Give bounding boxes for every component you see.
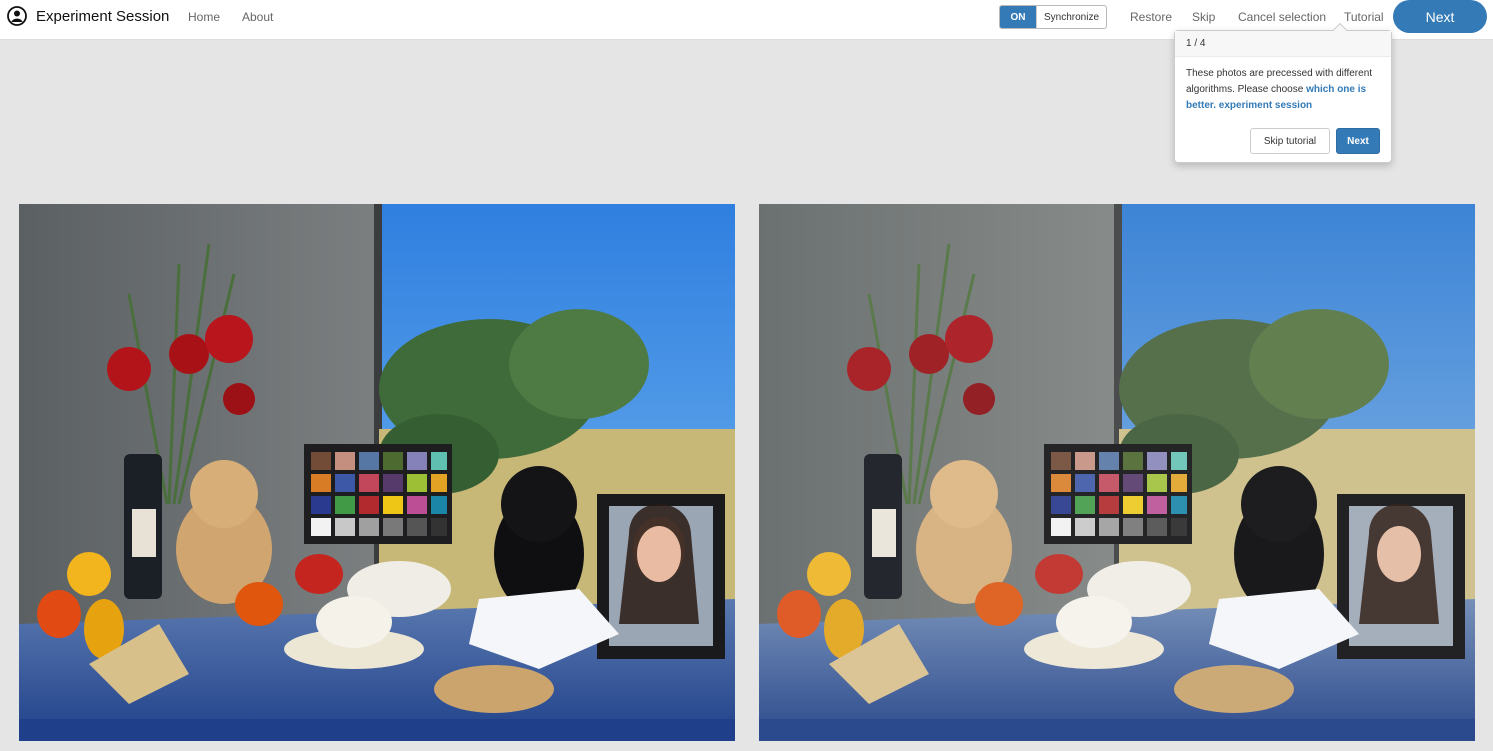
next-button[interactable]: Next — [1393, 0, 1487, 33]
user-icon — [7, 6, 27, 26]
cancel-selection-button[interactable]: Cancel selection — [1238, 10, 1326, 24]
tutorial-actions: Skip tutorial Next — [1250, 128, 1380, 154]
still-life-photo — [759, 204, 1475, 741]
restore-button[interactable]: Restore — [1130, 10, 1172, 24]
tutorial-next-button[interactable]: Next — [1336, 128, 1380, 154]
synchronize-toggle[interactable]: ON Synchronize — [999, 5, 1108, 29]
tutorial-popover: 1 / 4 These photos are precessed with di… — [1174, 22, 1392, 163]
skip-button[interactable]: Skip — [1192, 10, 1215, 24]
photo-option-a[interactable] — [19, 204, 735, 741]
page-title: Experiment Session — [36, 8, 170, 25]
nav-about-link[interactable]: About — [242, 10, 273, 24]
skip-tutorial-button[interactable]: Skip tutorial — [1250, 128, 1330, 154]
tutorial-text: These photos are precessed with differen… — [1175, 57, 1391, 114]
still-life-photo — [19, 204, 735, 741]
toggle-label[interactable]: Synchronize — [1036, 6, 1106, 28]
tutorial-step: 1 / 4 — [1175, 31, 1391, 57]
toggle-state[interactable]: ON — [1000, 6, 1036, 28]
photo-option-b[interactable] — [759, 204, 1475, 741]
nav-home-link[interactable]: Home — [188, 10, 220, 24]
tutorial-button[interactable]: Tutorial — [1344, 10, 1384, 24]
